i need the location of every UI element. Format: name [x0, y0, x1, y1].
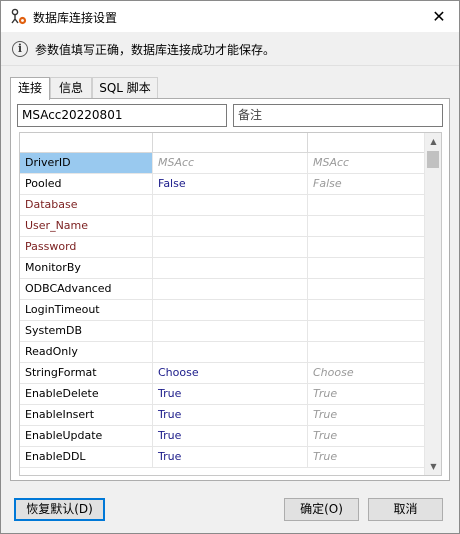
tab-sql-script[interactable]: SQL 脚本 — [92, 77, 158, 99]
param-value-cell[interactable]: MSAcc — [153, 153, 308, 173]
param-name-cell[interactable]: EnableInsert — [20, 405, 153, 425]
window-title: 数据库连接设置 — [33, 11, 118, 25]
param-value-cell[interactable] — [153, 300, 308, 320]
restore-default-button[interactable]: 恢复默认(D) — [14, 498, 105, 521]
tab-info[interactable]: 信息 — [50, 77, 92, 99]
param-default-cell: True — [308, 384, 425, 404]
grid-row[interactable]: Database — [20, 195, 425, 216]
grid-row[interactable]: EnableDDL True True — [20, 447, 425, 468]
param-name-cell[interactable]: StringFormat — [20, 363, 153, 383]
scroll-up-icon[interactable]: ▲ — [425, 133, 441, 150]
param-value-cell[interactable]: True — [153, 426, 308, 446]
param-name-cell[interactable]: ReadOnly — [20, 342, 153, 362]
info-icon: i — [12, 41, 28, 57]
close-icon: ✕ — [432, 7, 446, 26]
param-value-cell[interactable]: True — [153, 405, 308, 425]
info-message: 参数值填写正确，数据库连接成功才能保存。 — [35, 43, 276, 57]
param-default-cell — [308, 279, 425, 299]
param-name-cell[interactable]: User_Name — [20, 216, 153, 236]
tab-connection[interactable]: 连接 — [10, 77, 50, 100]
param-default-cell: MSAcc — [308, 153, 425, 173]
vertical-scrollbar[interactable]: ▲ ▼ — [424, 133, 441, 475]
param-name-cell[interactable]: SystemDB — [20, 321, 153, 341]
grid-row[interactable]: LoginTimeout — [20, 300, 425, 321]
tab-label: 连接 — [17, 81, 42, 95]
param-default-cell: False — [308, 174, 425, 194]
grid-row[interactable]: EnableUpdate True True — [20, 426, 425, 447]
param-name-cell[interactable]: EnableUpdate — [20, 426, 153, 446]
param-name-cell[interactable]: MonitorBy — [20, 258, 153, 278]
param-default-cell — [308, 195, 425, 215]
param-default-cell — [308, 321, 425, 341]
param-value-cell[interactable] — [153, 258, 308, 278]
header-cell-default — [308, 133, 425, 153]
tab-label: 信息 — [58, 81, 83, 95]
close-button[interactable]: ✕ — [419, 1, 459, 32]
param-name-cell[interactable]: EnableDelete — [20, 384, 153, 404]
header-cell-value — [153, 133, 308, 153]
param-name-cell[interactable]: ODBCAdvanced — [20, 279, 153, 299]
parameter-grid: DriverID MSAcc MSAcc Pooled False False Databa… — [19, 132, 442, 476]
grid-row[interactable]: SystemDB — [20, 321, 425, 342]
param-name-cell[interactable]: LoginTimeout — [20, 300, 153, 320]
title-bar: 数据库连接设置 ✕ — [1, 1, 459, 32]
param-default-cell: True — [308, 447, 425, 467]
database-connection-icon — [11, 8, 27, 25]
param-default-cell: True — [308, 405, 425, 425]
param-value-cell[interactable]: False — [153, 174, 308, 194]
param-name-cell[interactable]: Password — [20, 237, 153, 257]
grid-header — [20, 133, 425, 153]
cancel-button[interactable]: 取消 — [368, 498, 443, 521]
grid-row[interactable]: Pooled False False — [20, 174, 425, 195]
param-value-cell[interactable] — [153, 279, 308, 299]
header-cell-name — [20, 133, 153, 153]
param-default-cell — [308, 237, 425, 257]
grid-row[interactable]: ReadOnly — [20, 342, 425, 363]
grid-row[interactable]: ODBCAdvanced — [20, 279, 425, 300]
connection-name-field[interactable]: MSAcc20220801 — [17, 104, 227, 127]
info-bar: i 参数值填写正确，数据库连接成功才能保存。 — [1, 32, 459, 66]
param-name-cell[interactable]: EnableDDL — [20, 447, 153, 467]
remark-field[interactable]: 备注 — [233, 104, 443, 127]
grid-rows: DriverID MSAcc MSAcc Pooled False False Databa… — [20, 153, 425, 475]
param-default-cell — [308, 216, 425, 236]
grid-row[interactable]: EnableInsert True True — [20, 405, 425, 426]
param-value-cell[interactable]: True — [153, 384, 308, 404]
grid-row[interactable]: Password — [20, 237, 425, 258]
connection-tab-panel: MSAcc20220801 备注 DriverID MSAcc MSAcc Poole… — [10, 98, 450, 481]
param-name-cell[interactable]: DriverID — [20, 153, 153, 173]
param-value-cell[interactable] — [153, 195, 308, 215]
grid-row[interactable]: User_Name — [20, 216, 425, 237]
ok-button[interactable]: 确定(O) — [284, 498, 359, 521]
param-default-cell — [308, 258, 425, 278]
param-default-cell — [308, 342, 425, 362]
param-value-cell[interactable] — [153, 321, 308, 341]
param-default-cell: Choose — [308, 363, 425, 383]
param-value-cell[interactable]: True — [153, 447, 308, 467]
grid-row[interactable]: DriverID MSAcc MSAcc — [20, 153, 425, 174]
param-name-cell[interactable]: Pooled — [20, 174, 153, 194]
scroll-down-icon[interactable]: ▼ — [425, 458, 441, 475]
param-value-cell[interactable] — [153, 237, 308, 257]
param-default-cell: True — [308, 426, 425, 446]
connection-settings-dialog: 数据库连接设置 ✕ i 参数值填写正确，数据库连接成功才能保存。 连接 信息 S… — [0, 0, 460, 534]
grid-row[interactable]: StringFormat Choose Choose — [20, 363, 425, 384]
param-value-cell[interactable] — [153, 342, 308, 362]
param-value-cell[interactable]: Choose — [153, 363, 308, 383]
param-name-cell[interactable]: Database — [20, 195, 153, 215]
param-default-cell — [308, 300, 425, 320]
grid-row[interactable]: EnableDelete True True — [20, 384, 425, 405]
grid-row[interactable]: MonitorBy — [20, 258, 425, 279]
param-value-cell[interactable] — [153, 216, 308, 236]
tab-label: SQL 脚本 — [99, 81, 151, 95]
scroll-thumb[interactable] — [427, 151, 439, 168]
